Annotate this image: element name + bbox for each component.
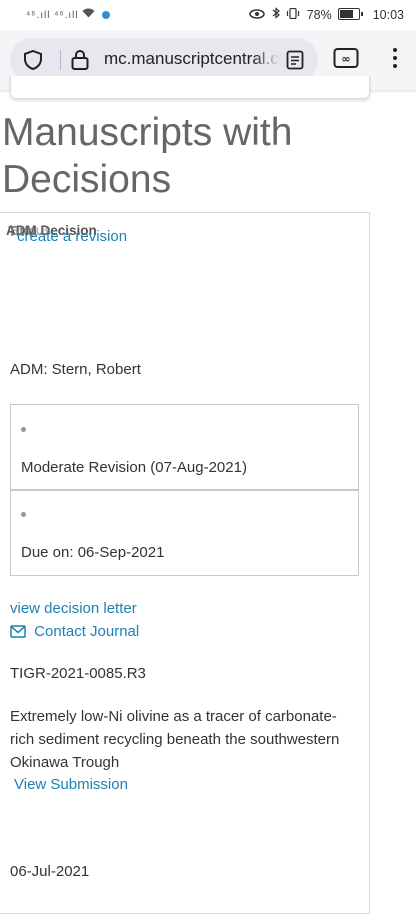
contact-journal-link[interactable]: Contact Journal [10, 623, 139, 640]
vibrate-icon [286, 7, 303, 22]
battery-icon [338, 8, 364, 20]
manuscript-card: ADM Decision Title Status create a revis… [0, 212, 370, 914]
wifi-icon [82, 8, 99, 21]
contact-journal-label[interactable]: Contact Journal [34, 623, 139, 640]
svg-text:∞: ∞ [341, 53, 350, 66]
list-item: Due on: 06-Sep-2021 [10, 490, 359, 576]
bullet-icon [21, 427, 26, 432]
admin-name: ADM: Stern, Robert [10, 361, 141, 378]
clock: 10:03 [372, 8, 404, 22]
tabs-icon[interactable]: ∞ [333, 46, 359, 75]
create-revision-link[interactable]: create a revision [17, 228, 127, 245]
battery-percent: 78% [306, 8, 332, 22]
due-date: Due on: 06-Sep-2021 [21, 544, 165, 561]
reader-mode-icon[interactable] [284, 49, 306, 76]
status-right: 78% 10:03 [246, 7, 404, 22]
manuscript-title: Extremely low-Ni olivine as a tracer of … [10, 708, 340, 771]
bullet-icon [21, 512, 26, 517]
shield-icon[interactable] [22, 49, 44, 76]
manuscript-id: TIGR-2021-0085.R3 [10, 665, 146, 682]
lock-icon[interactable] [70, 48, 90, 77]
submission-date: 06-Jul-2021 [10, 863, 90, 880]
envelope-icon [10, 623, 34, 640]
decision-status: Moderate Revision (07-Aug-2021) [21, 459, 247, 476]
view-submission-link[interactable]: View Submission [14, 776, 128, 793]
status-bar: ⁴⁶.ıll ⁴⁶.ıll 78% 10:03 [0, 0, 416, 30]
more-menu-icon[interactable] [393, 48, 397, 72]
eye-icon [249, 8, 268, 22]
signal-indicators: ⁴⁶.ıll ⁴⁶.ıll [26, 8, 111, 21]
security-shield-icon [102, 11, 111, 20]
address-divider [60, 50, 61, 70]
cellular-signal-icon: ⁴⁶.ıll ⁴⁶.ıll [26, 10, 79, 21]
page-header-card [10, 76, 370, 99]
page-title: Manuscripts with Decisions [2, 111, 293, 201]
list-item: Moderate Revision (07-Aug-2021) [10, 404, 359, 490]
bluetooth-icon [272, 7, 283, 22]
view-decision-letter-link[interactable]: view decision letter [10, 600, 137, 617]
url-text[interactable]: mc.manuscriptcentral.com [104, 49, 280, 71]
